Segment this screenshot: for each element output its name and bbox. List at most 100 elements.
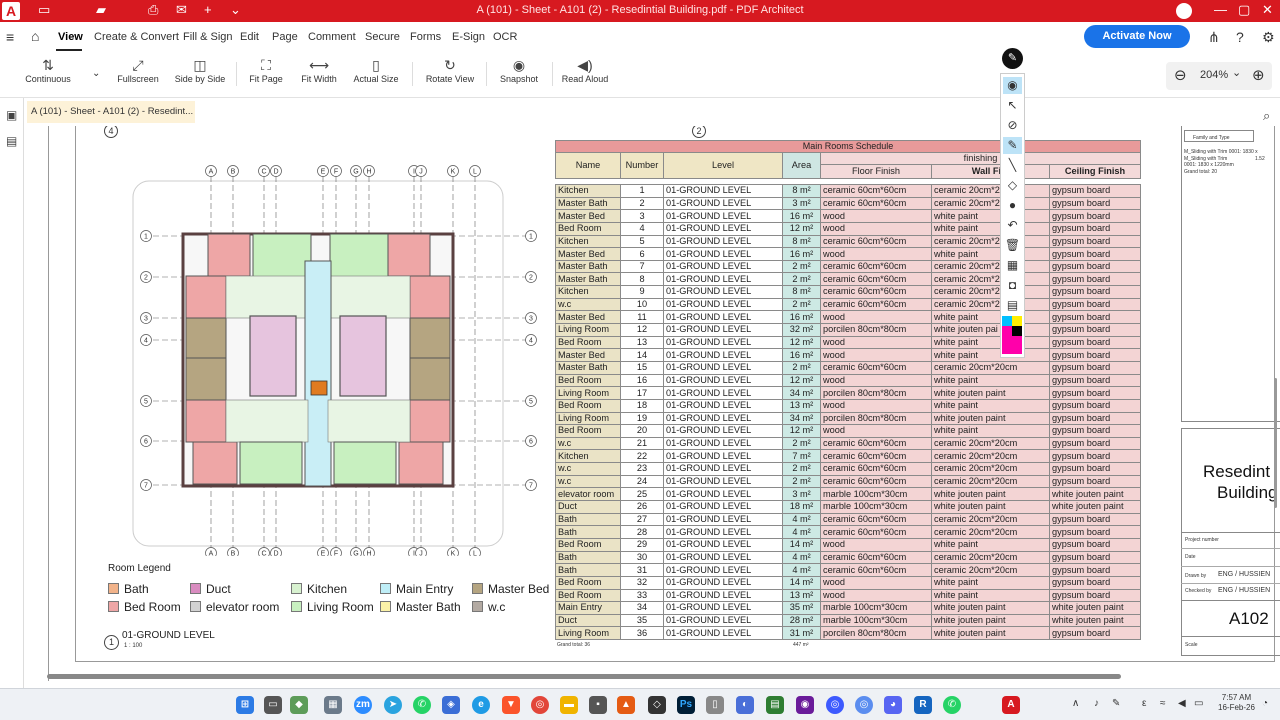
search-icon[interactable]: ⌕ <box>1263 108 1270 124</box>
legend-item: Bath <box>108 582 149 596</box>
app-icon[interactable]: ◎ <box>855 696 873 714</box>
zoom-out-icon[interactable]: ⊖ <box>1174 66 1187 84</box>
no-pen-icon[interactable]: ⊘ <box>1003 117 1022 134</box>
windows-start-icon[interactable]: ⊞ <box>236 696 254 714</box>
panel-toggle-icon[interactable]: ▣ <box>6 108 17 122</box>
app-icon[interactable]: ▲ <box>617 696 635 714</box>
menu-page[interactable]: Page <box>272 31 298 43</box>
calculator-icon[interactable]: ▦ <box>324 696 342 714</box>
help-icon[interactable]: ? <box>1236 29 1244 45</box>
zoom-app-icon[interactable]: zm <box>354 696 372 714</box>
trash-icon[interactable]: 🗑 <box>1003 237 1022 254</box>
color-black-swatch[interactable] <box>1012 326 1022 336</box>
dot-icon[interactable]: ● <box>1003 197 1022 214</box>
fit-width-button[interactable]: ⟷ Fit Width <box>298 56 340 84</box>
chrome-icon[interactable]: ◎ <box>531 696 549 714</box>
task-view-icon[interactable]: ▭ <box>264 696 282 714</box>
zoom-level[interactable]: 204% <box>1200 69 1228 81</box>
menu-view[interactable]: View <box>58 31 83 43</box>
eraser-icon[interactable]: ◇ <box>1003 177 1022 194</box>
app-icon[interactable]: ▯ <box>706 696 724 714</box>
app-icon[interactable]: ▪ <box>589 696 607 714</box>
screenshot-icon[interactable]: ◘ <box>1003 277 1022 294</box>
current-color-swatch[interactable] <box>1002 336 1022 354</box>
discord-icon[interactable]: ◕ <box>884 696 902 714</box>
app-icon[interactable]: ◎ <box>826 696 844 714</box>
telegram-icon[interactable]: ➤ <box>384 696 402 714</box>
document-tab[interactable]: A (101) - Sheet - A101 (2) - Resedint... <box>27 101 195 123</box>
microphone-icon[interactable]: ♪ <box>1094 698 1099 709</box>
fit-page-button[interactable]: ⛶ Fit Page <box>246 56 286 84</box>
language-icon[interactable]: ε <box>1142 698 1146 709</box>
pen-tray-icon[interactable]: ✎ <box>1112 698 1120 709</box>
volume-icon[interactable]: ◀ <box>1178 698 1186 709</box>
snapshot-button[interactable]: ◉ Snapshot <box>496 56 542 84</box>
activate-now-button[interactable]: Activate Now <box>1084 25 1190 48</box>
menu-edit[interactable]: Edit <box>240 31 259 43</box>
zoom-in-icon[interactable]: ⊕ <box>1252 66 1265 84</box>
app-icon[interactable]: ▤ <box>766 696 784 714</box>
chevron-down-icon[interactable]: ⌄ <box>1232 66 1241 79</box>
brave-icon[interactable]: ▼ <box>502 696 520 714</box>
continuous-button[interactable]: ⇅ Continuous <box>24 56 72 84</box>
menu-comment[interactable]: Comment <box>308 31 356 43</box>
menu-create-convert[interactable]: Create & Convert <box>94 31 179 43</box>
cell-level: 01-GROUND LEVEL <box>663 386 783 400</box>
minimize-icon[interactable]: — <box>1214 2 1227 17</box>
app-icon[interactable]: ◈ <box>442 696 460 714</box>
close-icon[interactable]: ✕ <box>1262 2 1273 18</box>
pdf-architect-taskbar-icon[interactable]: A <box>1002 696 1020 714</box>
whatsapp-icon[interactable]: ✆ <box>943 696 961 714</box>
room-duct <box>249 315 297 397</box>
menu-ocr[interactable]: OCR <box>493 31 517 43</box>
pen-menu-icon[interactable]: ✎ <box>1002 48 1023 69</box>
app-icon[interactable]: ◉ <box>796 696 814 714</box>
settings-gear-icon[interactable]: ⚙ <box>1262 29 1275 46</box>
share-icon[interactable]: ⋔ <box>1208 29 1220 46</box>
bookmark-icon[interactable]: ▤ <box>6 134 17 148</box>
actual-size-button[interactable]: ▯ Actual Size <box>352 56 400 84</box>
app-icon[interactable]: R <box>914 696 932 714</box>
user-avatar-icon[interactable] <box>1176 3 1192 19</box>
menu-secure[interactable]: Secure <box>365 31 400 43</box>
clipboard-icon[interactable]: ▤ <box>1003 297 1022 314</box>
color-cyan-swatch[interactable] <box>1002 316 1012 326</box>
undo-icon[interactable]: ↶ <box>1003 217 1022 234</box>
file-explorer-icon[interactable]: ▬ <box>560 696 578 714</box>
board-icon[interactable]: ▦ <box>1003 257 1022 274</box>
home-icon[interactable]: ⌂ <box>31 28 39 44</box>
color-magenta-swatch[interactable] <box>1002 326 1012 336</box>
tray-chevron-icon[interactable]: ∧ <box>1072 698 1079 709</box>
menu-fill-sign[interactable]: Fill & Sign <box>183 31 233 43</box>
fullscreen-button[interactable]: ⤢ Fullscreen <box>114 56 162 84</box>
eye-icon[interactable]: ◉ <box>1003 77 1022 94</box>
notification-icon[interactable]: ◔ <box>1262 698 1268 709</box>
system-clock[interactable]: 7:57 AM 16-Feb-26 <box>1218 693 1255 713</box>
horizontal-scrollbar[interactable] <box>47 674 1121 679</box>
menu-forms[interactable]: Forms <box>410 31 441 43</box>
cell-number: 24 <box>620 474 664 489</box>
whatsapp-icon[interactable]: ✆ <box>413 696 431 714</box>
menu-esign[interactable]: E-Sign <box>452 31 485 43</box>
color-yellow-swatch[interactable] <box>1012 316 1022 326</box>
photoshop-icon[interactable]: Ps <box>677 696 695 714</box>
battery-icon[interactable]: ▭ <box>1194 698 1203 709</box>
chevron-down-icon[interactable]: ⌄ <box>92 68 100 79</box>
rotate-view-button[interactable]: ↻ Rotate View <box>424 56 476 84</box>
pen-icon[interactable]: ✎ <box>1003 137 1022 154</box>
app-icon[interactable]: ◇ <box>648 696 666 714</box>
hamburger-icon[interactable]: ≡ <box>6 29 14 45</box>
vertical-scrollbar[interactable] <box>1274 378 1277 508</box>
cell-level: 01-GROUND LEVEL <box>663 575 783 590</box>
maximize-icon[interactable]: ▢ <box>1238 2 1250 18</box>
line-icon[interactable]: ╲ <box>1003 157 1022 174</box>
pointer-icon[interactable]: ↖ <box>1003 97 1022 114</box>
edge-icon[interactable]: e <box>472 696 490 714</box>
app-icon[interactable]: ◆ <box>290 696 308 714</box>
read-aloud-button[interactable]: ◀) Read Aloud <box>560 56 610 84</box>
side-by-side-button[interactable]: ◫ Side by Side <box>174 56 226 84</box>
grid-label: K <box>451 169 456 176</box>
app-icon[interactable]: ◐ <box>736 696 754 714</box>
wifi-icon[interactable]: ≈ <box>1160 698 1166 709</box>
document-canvas[interactable]: 4 2 AABBCCDDEEFFGGHHIIJJKKLL112233445566… <box>24 126 1280 688</box>
